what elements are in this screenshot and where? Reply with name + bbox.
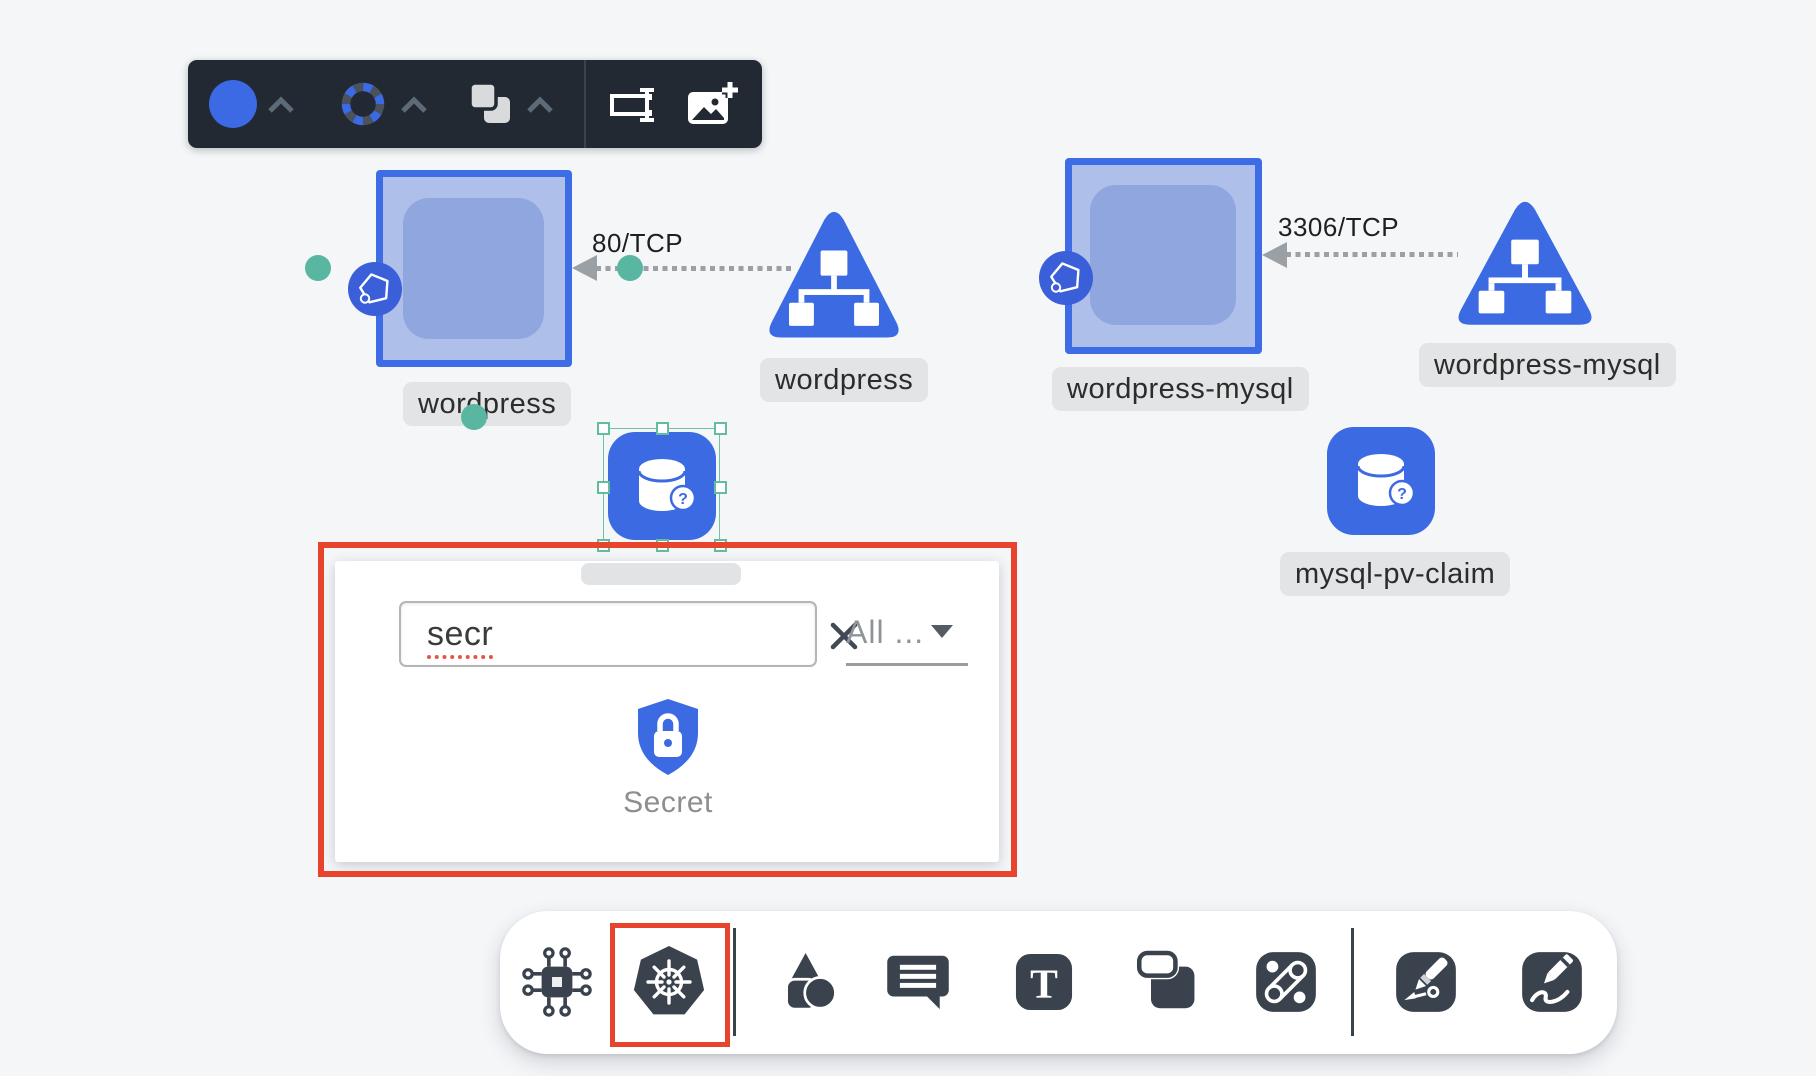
connection-dot[interactable] [305, 255, 331, 281]
connection-dot[interactable] [617, 255, 643, 281]
shapes-tool-icon[interactable] [764, 944, 840, 1020]
service-label[interactable]: wordpress [760, 358, 928, 402]
rename-icon[interactable] [603, 81, 663, 129]
deployment-wordpress-mysql[interactable] [1065, 158, 1262, 354]
chevron-up-icon[interactable] [526, 96, 554, 114]
smart-pen-tool-icon[interactable] [1388, 944, 1464, 1020]
deployment-label[interactable]: wordpress [403, 382, 571, 426]
text-tool-icon[interactable]: T [1006, 944, 1082, 1020]
chevron-up-icon[interactable] [400, 96, 428, 114]
annotation-rectangle [318, 542, 1017, 877]
format-toolbar [188, 60, 762, 148]
tool-palette: T [500, 911, 1617, 1054]
service-wordpress[interactable] [767, 208, 901, 351]
toolbar-divider [584, 60, 586, 148]
toolbar-divider [733, 928, 736, 1036]
connection-dot[interactable] [461, 404, 487, 430]
connection-label: 80/TCP [592, 228, 683, 259]
arrange-icon[interactable] [468, 81, 512, 125]
resize-handle[interactable] [597, 422, 610, 435]
selected-tool-highlight [610, 923, 730, 1047]
resize-handle[interactable] [714, 422, 727, 435]
deployment-inner [1090, 185, 1236, 325]
resize-handle[interactable] [714, 481, 727, 494]
arrowhead-icon [1262, 242, 1287, 268]
fill-color-swatch[interactable] [209, 80, 257, 128]
arrowhead-icon [572, 255, 597, 281]
deployment-label[interactable]: wordpress-mysql [1052, 367, 1309, 411]
stroke-style-ring[interactable] [340, 81, 386, 127]
frame-tool-icon[interactable] [1132, 944, 1208, 1020]
service-label[interactable]: wordpress-mysql [1419, 343, 1676, 387]
toolbar-divider [1351, 928, 1354, 1036]
connection-label: 3306/TCP [1278, 212, 1399, 243]
canvas[interactable]: wordpress 80/TCP wordpress wordpress-mys… [0, 0, 1816, 1076]
comment-tool-icon[interactable] [880, 944, 956, 1020]
question-mark-icon: ? [1397, 486, 1407, 503]
connector-tool-icon[interactable] [1248, 944, 1324, 1020]
resize-handle[interactable] [597, 481, 610, 494]
pvc-mysql-pv-claim[interactable]: ? [1327, 427, 1435, 535]
image-plus-icon[interactable] [684, 80, 742, 132]
text-tool-glyph: T [1030, 961, 1058, 1007]
service-wordpress-mysql[interactable] [1456, 198, 1594, 338]
deployment-inner [403, 198, 544, 339]
chevron-up-icon[interactable] [267, 96, 295, 114]
infrastructure-tool-icon[interactable] [519, 944, 595, 1020]
pod-badge-icon[interactable] [348, 262, 402, 316]
pvc-label[interactable]: mysql-pv-claim [1280, 552, 1510, 596]
resize-handle[interactable] [656, 422, 669, 435]
selection-box [603, 428, 720, 545]
freehand-tool-icon[interactable] [1514, 944, 1590, 1020]
deployment-wordpress[interactable] [376, 170, 572, 367]
connection-line[interactable] [1286, 252, 1458, 257]
pod-badge-icon[interactable] [1039, 251, 1093, 305]
